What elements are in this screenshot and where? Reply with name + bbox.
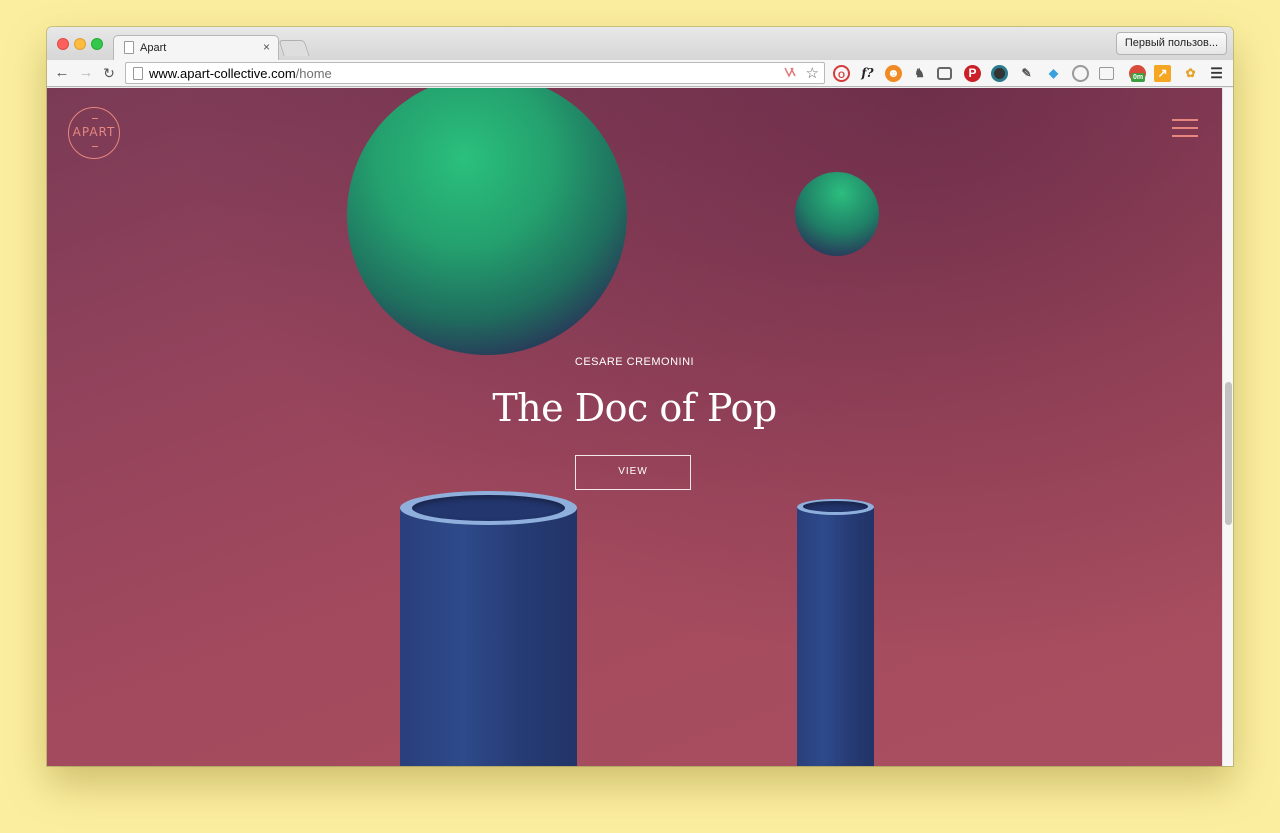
scrollbar[interactable] — [1222, 88, 1233, 766]
forward-arrow-icon[interactable]: → — [76, 63, 96, 83]
url-path: /home — [295, 66, 332, 81]
url-text[interactable]: www.apart-collective.com/home — [149, 66, 332, 81]
loader-icon[interactable] — [1072, 65, 1089, 82]
eyedropper-icon[interactable]: ✎ — [1018, 65, 1035, 82]
bookmark-star-icon[interactable]: ☆ — [806, 64, 819, 82]
pocket-icon[interactable] — [937, 67, 952, 80]
hero-title: The Doc of Pop — [492, 386, 777, 430]
logo-text: APART — [72, 125, 116, 139]
opera-icon[interactable]: O — [833, 65, 850, 82]
address-bar[interactable]: www.apart-collective.com/home ☆ — [125, 62, 825, 84]
maximize-window-button[interactable] — [91, 38, 103, 50]
view-button[interactable]: VIEW — [575, 455, 691, 490]
profile-button[interactable]: Первый пользов... — [1115, 32, 1227, 55]
lastpass-icon[interactable] — [784, 66, 798, 81]
minimize-window-button[interactable] — [74, 38, 86, 50]
font-icon[interactable]: f? — [859, 65, 876, 82]
reload-icon[interactable]: ↻ — [99, 63, 119, 83]
green-sphere-small — [795, 172, 879, 256]
browser-window: Apart × Первый пользов... ← → ↻ www.apar… — [47, 27, 1233, 766]
tube-hole-right — [803, 501, 868, 512]
diamond-icon[interactable]: ◆ — [1045, 65, 1062, 82]
extension-badge: 0m — [1131, 73, 1146, 82]
tab-apart[interactable]: Apart × — [113, 35, 279, 61]
back-arrow-icon[interactable]: ← — [52, 63, 72, 83]
page-icon — [133, 67, 143, 80]
blue-tube-left — [400, 508, 577, 766]
url-host: www.apart-collective.com — [149, 66, 296, 81]
apart-logo[interactable]: APART — [68, 107, 120, 159]
camera-icon[interactable] — [991, 65, 1008, 82]
tab-strip: Apart × Первый пользов... — [47, 27, 1233, 61]
pinterest-icon[interactable]: P — [964, 65, 981, 82]
blue-tube-right — [797, 506, 874, 766]
page-viewport: APART CESARE CREMONINI The Doc of Pop VI… — [47, 88, 1222, 766]
new-tab-button[interactable] — [278, 40, 310, 56]
evernote-icon[interactable]: ♞ — [911, 65, 928, 82]
chart-icon[interactable]: ↗ — [1154, 65, 1171, 82]
toolbar: ← → ↻ www.apart-collective.com/home ☆ O … — [47, 60, 1233, 87]
tab-title: Apart — [140, 42, 167, 54]
hero-subtitle: CESARE CREMONINI — [574, 356, 695, 368]
tube-hole-left — [412, 495, 565, 521]
menu-icon[interactable]: ☰ — [1208, 65, 1225, 82]
fire-icon[interactable]: ☻ — [885, 65, 902, 82]
scrollbar-thumb[interactable] — [1225, 382, 1232, 525]
page-icon — [124, 41, 134, 54]
logo-dash — [92, 118, 98, 119]
tab-close-icon[interactable]: × — [263, 40, 270, 54]
reader-icon[interactable] — [1099, 67, 1114, 80]
flower-icon[interactable]: ✿ — [1182, 65, 1199, 82]
close-window-button[interactable] — [57, 38, 69, 50]
green-sphere-large — [347, 88, 627, 355]
hamburger-menu-icon[interactable] — [1172, 119, 1198, 137]
logo-dash — [92, 146, 98, 147]
badge-icon[interactable]: 0m — [1129, 65, 1146, 82]
